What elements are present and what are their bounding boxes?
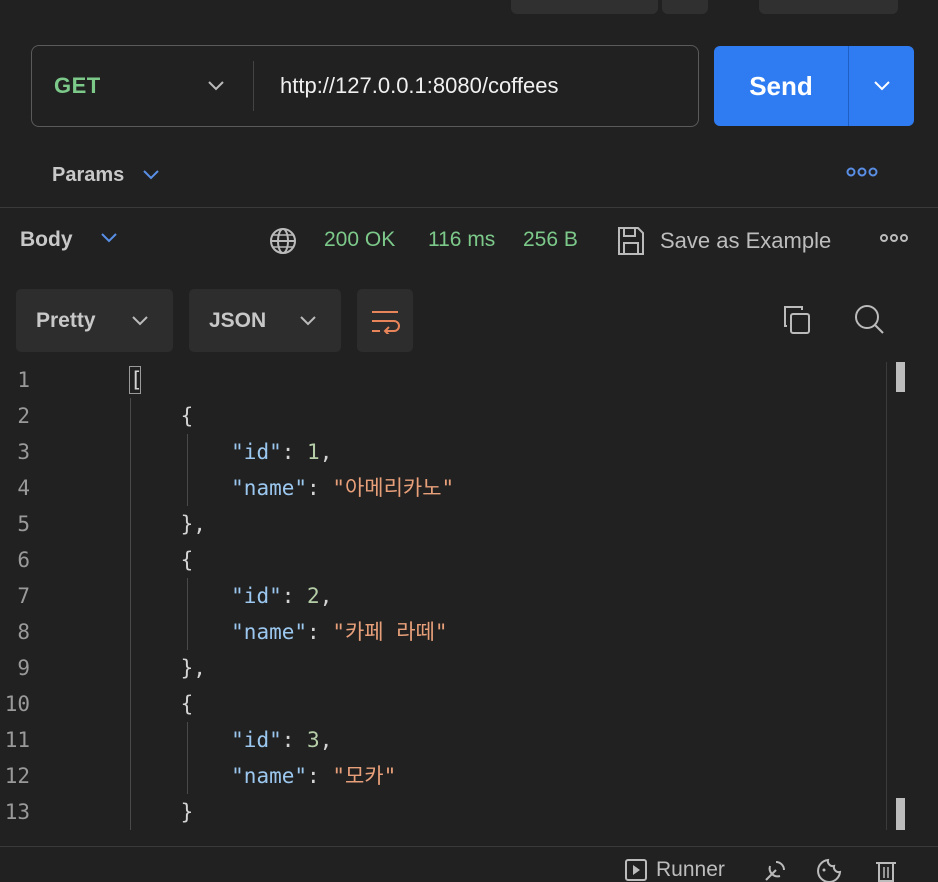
response-header: Body 200 OK 116 ms 256 B Save as Example bbox=[0, 220, 938, 262]
send-button-group: Send bbox=[714, 46, 914, 126]
json-number: 1 bbox=[307, 440, 320, 464]
send-options-button[interactable] bbox=[849, 46, 914, 126]
url-input[interactable]: http://127.0.0.1:8080/coffees bbox=[254, 73, 558, 99]
copy-icon[interactable] bbox=[782, 304, 812, 336]
json-number: 2 bbox=[307, 584, 320, 608]
top-tab-stub bbox=[662, 0, 708, 14]
line-number: 10 bbox=[4, 692, 30, 716]
line-number: 4 bbox=[17, 476, 30, 500]
json-key: "id" bbox=[231, 584, 282, 608]
line-number: 3 bbox=[17, 440, 30, 464]
code-line: 12 "name": "모카" bbox=[0, 758, 880, 794]
json-key: "id" bbox=[231, 728, 282, 752]
wrap-lines-button[interactable] bbox=[357, 289, 413, 352]
search-icon[interactable] bbox=[852, 302, 886, 336]
top-tab-stub bbox=[511, 0, 658, 14]
code-text: }, bbox=[130, 512, 206, 536]
params-label: Params bbox=[52, 163, 125, 186]
globe-icon[interactable] bbox=[268, 226, 298, 256]
json-key: "id" bbox=[231, 440, 282, 464]
code-text: "id": 3, bbox=[231, 728, 333, 752]
pane-divider[interactable] bbox=[0, 207, 938, 208]
code-line: 13 } bbox=[0, 794, 880, 830]
code-line: 3 "id": 1, bbox=[0, 434, 880, 470]
code-line: 9 }, bbox=[0, 650, 880, 686]
line-number: 7 bbox=[17, 584, 30, 608]
line-number: 8 bbox=[17, 620, 30, 644]
line-number: 11 bbox=[4, 728, 30, 752]
scrollbar-track[interactable] bbox=[886, 362, 887, 830]
response-size[interactable]: 256 B bbox=[523, 228, 578, 252]
body-tab[interactable]: Body bbox=[20, 228, 73, 252]
line-number: 13 bbox=[4, 800, 30, 824]
response-body-editor[interactable]: 1 [ 2 { 3 "id": 1, 4 "name": "아메리카노" 5 }… bbox=[0, 362, 938, 832]
line-number: 5 bbox=[17, 512, 30, 536]
scrollbar-thumb[interactable] bbox=[896, 798, 905, 830]
chevron-down-icon bbox=[143, 170, 159, 180]
trash-icon[interactable] bbox=[874, 858, 898, 882]
pretty-label: Pretty bbox=[36, 308, 96, 332]
code-line: 10 { bbox=[0, 686, 880, 722]
code-line: 11 "id": 3, bbox=[0, 722, 880, 758]
send-button[interactable]: Send bbox=[714, 46, 849, 126]
code-text: "id": 1, bbox=[231, 440, 333, 464]
json-string: "모카" bbox=[332, 764, 397, 788]
chevron-down-icon bbox=[208, 81, 224, 91]
pretty-dropdown[interactable]: Pretty bbox=[16, 289, 173, 352]
code-line: 5 }, bbox=[0, 506, 880, 542]
line-number: 2 bbox=[17, 404, 30, 428]
code-text: [ bbox=[130, 368, 143, 392]
request-url-bar: GET http://127.0.0.1:8080/coffees bbox=[31, 45, 699, 127]
more-options-icon[interactable] bbox=[879, 232, 909, 244]
line-number: 1 bbox=[17, 368, 30, 392]
json-key: "name" bbox=[231, 476, 308, 500]
chevron-down-icon bbox=[873, 81, 890, 91]
code-text: "id": 2, bbox=[231, 584, 333, 608]
params-tab[interactable]: Params bbox=[52, 155, 160, 195]
method-label: GET bbox=[54, 73, 101, 98]
json-number: 3 bbox=[307, 728, 320, 752]
code-text: { bbox=[130, 692, 194, 716]
code-text: { bbox=[130, 548, 194, 572]
code-text: "name": "카페 라떼" bbox=[231, 620, 448, 644]
code-line: 2 { bbox=[0, 398, 880, 434]
line-number: 9 bbox=[17, 656, 30, 680]
satellite-icon[interactable] bbox=[762, 858, 788, 882]
json-key: "name" bbox=[231, 620, 308, 644]
chevron-down-icon bbox=[132, 315, 148, 325]
wrap-lines-icon bbox=[372, 310, 400, 334]
footer-divider bbox=[0, 846, 938, 847]
code-text: "name": "모카" bbox=[231, 764, 397, 788]
code-line: 1 [ bbox=[0, 362, 880, 398]
code-text: "name": "아메리카노" bbox=[231, 476, 455, 500]
language-dropdown[interactable]: JSON bbox=[189, 289, 341, 352]
code-text: } bbox=[130, 800, 194, 824]
method-select[interactable]: GET bbox=[32, 61, 254, 111]
line-number: 12 bbox=[4, 764, 30, 788]
json-label: JSON bbox=[209, 308, 267, 332]
code-line: 4 "name": "아메리카노" bbox=[0, 470, 880, 506]
runner-button[interactable]: Runner bbox=[624, 858, 725, 882]
chevron-down-icon bbox=[300, 315, 316, 325]
cookie-icon[interactable] bbox=[814, 858, 842, 882]
more-options-icon[interactable] bbox=[846, 165, 878, 179]
line-number: 6 bbox=[17, 548, 30, 572]
runner-label: Runner bbox=[656, 858, 725, 881]
save-as-example-button[interactable]: Save as Example bbox=[660, 228, 831, 254]
status-code[interactable]: 200 OK bbox=[324, 228, 395, 252]
play-icon bbox=[625, 859, 647, 881]
code-text: }, bbox=[130, 656, 206, 680]
json-string: "아메리카노" bbox=[332, 476, 455, 500]
json-key: "name" bbox=[231, 764, 308, 788]
save-icon[interactable] bbox=[616, 225, 646, 257]
response-time[interactable]: 116 ms bbox=[428, 228, 495, 252]
scrollbar-thumb[interactable] bbox=[896, 362, 905, 392]
top-tab-stub bbox=[759, 0, 898, 14]
chevron-down-icon[interactable] bbox=[100, 232, 118, 244]
code-line: 7 "id": 2, bbox=[0, 578, 880, 614]
json-string: "카페 라떼" bbox=[332, 620, 448, 644]
code-line: 8 "name": "카페 라떼" bbox=[0, 614, 880, 650]
code-line: 6 { bbox=[0, 542, 880, 578]
code-text: { bbox=[130, 404, 194, 428]
